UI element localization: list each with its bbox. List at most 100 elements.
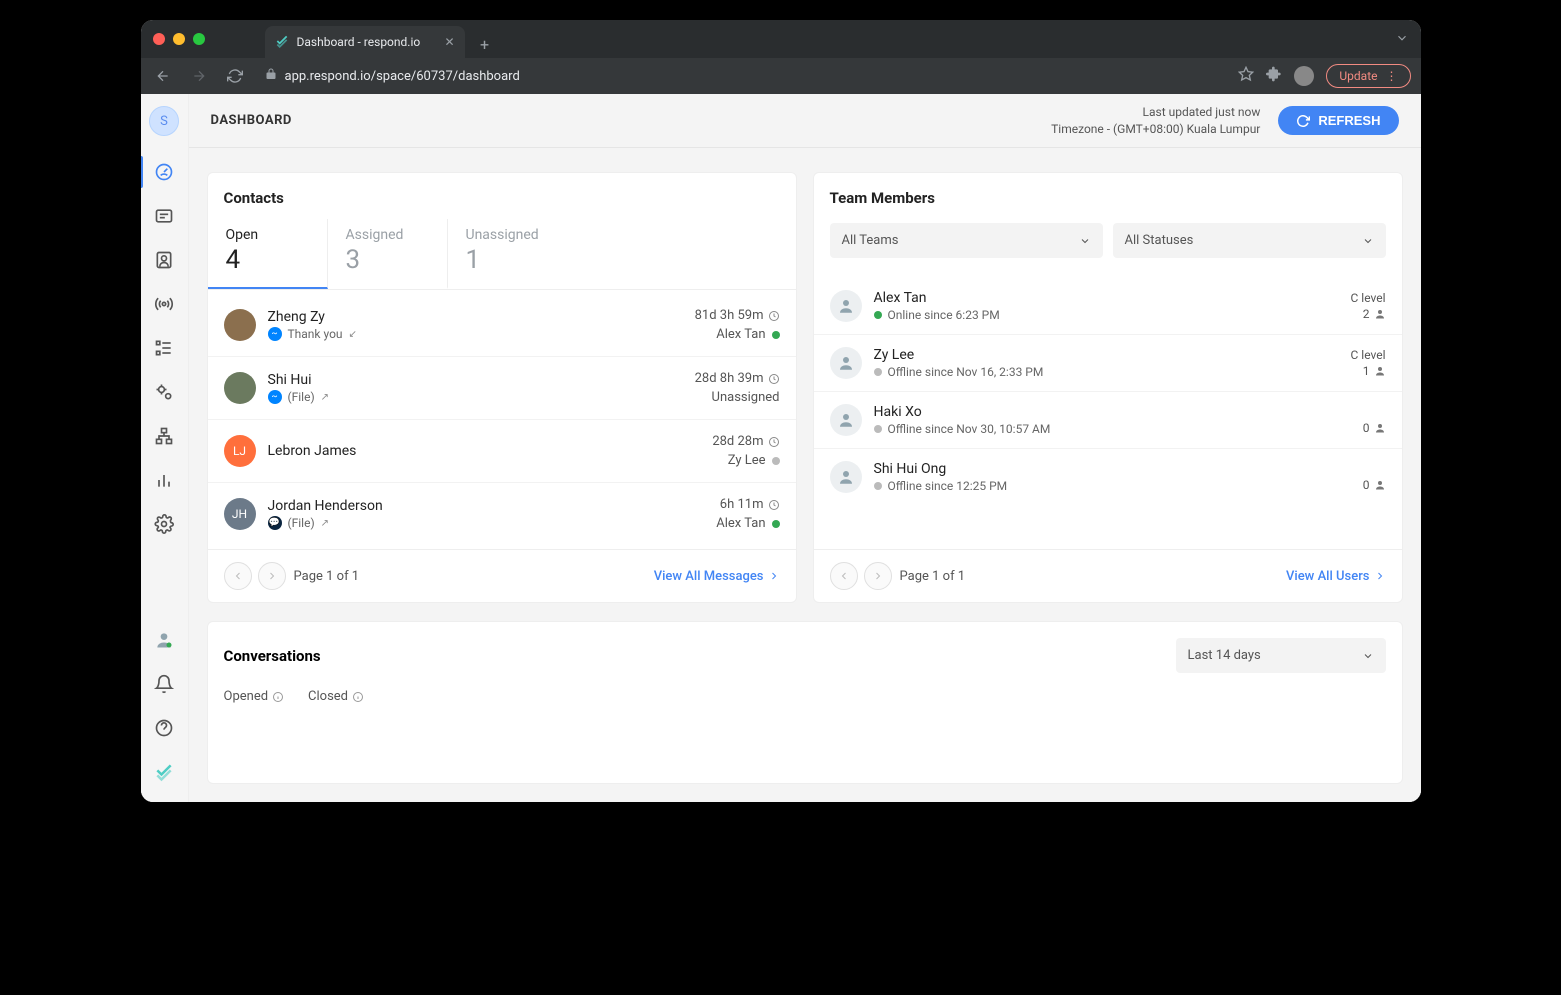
member-row[interactable]: Zy Lee Offline since Nov 16, 2:33 PM C l… [814, 335, 1402, 392]
stat-value: 3 [346, 245, 429, 275]
url-bar[interactable]: app.respond.io/space/60737/dashboard [259, 68, 1227, 84]
pager-text: Page 1 of 1 [294, 569, 360, 584]
member-row[interactable]: Alex Tan Online since 6:23 PM C level 2 [814, 278, 1402, 335]
date-range-dropdown[interactable]: Last 14 days [1176, 638, 1386, 673]
extensions-icon[interactable] [1266, 66, 1282, 86]
sidebar-item-organization[interactable] [141, 414, 189, 458]
contacts-stat-tab-open[interactable]: Open 4 [208, 219, 328, 289]
contact-time: 28d 8h 39m [695, 371, 780, 386]
respond-io-favicon [275, 34, 289, 51]
sidebar-item-brand-logo[interactable] [141, 750, 189, 794]
chevron-down-icon [1362, 650, 1374, 662]
member-assigned-count: 1 [1350, 364, 1385, 378]
sidebar-item-contacts[interactable] [141, 238, 189, 282]
sidebar-item-broadcast[interactable] [141, 282, 189, 326]
browser-window: Dashboard - respond.io ✕ + app.respond.i… [141, 20, 1421, 802]
refresh-button[interactable]: REFRESH [1278, 106, 1398, 135]
main-area: DASHBOARD Last updated just now Timezone… [189, 94, 1421, 802]
pager-prev-button[interactable] [830, 562, 858, 590]
person-icon [837, 354, 855, 372]
sidebar-item-workflows[interactable] [141, 326, 189, 370]
arrow-out-icon: ↗ [321, 518, 329, 529]
browser-tab-active[interactable]: Dashboard - respond.io ✕ [265, 26, 465, 58]
member-row[interactable]: Haki Xo Offline since Nov 30, 10:57 AM 0 [814, 392, 1402, 449]
chrome-toolbar: app.respond.io/space/60737/dashboard Upd… [141, 58, 1421, 94]
window-minimize-button[interactable] [173, 33, 185, 45]
contacts-stat-tab-unassigned[interactable]: Unassigned 1 [448, 219, 568, 289]
sidebar-item-reports[interactable] [141, 458, 189, 502]
window-maximize-button[interactable] [193, 33, 205, 45]
member-status: Online since 6:23 PM [874, 308, 1000, 322]
contact-row[interactable]: Zheng Zy ~Thank you↙ 81d 3h 59m Alex Tan [208, 294, 796, 357]
sidebar-item-settings-gears[interactable] [141, 370, 189, 414]
stat-value: 4 [226, 245, 309, 275]
conv-tab-closed[interactable]: Closed [308, 689, 364, 704]
contacts-title: Contacts [208, 173, 796, 207]
member-avatar [830, 461, 862, 493]
contact-avatar: LJ [224, 435, 256, 467]
team-card: Team Members All Teams All Statuses [813, 172, 1403, 603]
contact-last-message: 💬(File)↗ [268, 516, 383, 530]
page-title: DASHBOARD [211, 113, 292, 128]
chevron-down-icon [1079, 235, 1091, 247]
member-role: C level [1350, 291, 1385, 305]
new-tab-button[interactable]: + [471, 30, 499, 58]
pager-prev-button[interactable] [224, 562, 252, 590]
window-close-button[interactable] [153, 33, 165, 45]
clock-icon [768, 499, 780, 511]
window-menu-button[interactable] [1395, 30, 1409, 49]
close-icon[interactable]: ✕ [444, 35, 454, 49]
filter-teams-dropdown[interactable]: All Teams [830, 223, 1103, 258]
member-avatar [830, 404, 862, 436]
messenger-icon: ~ [268, 327, 282, 341]
star-icon[interactable] [1238, 66, 1254, 86]
pager-next-button[interactable] [258, 562, 286, 590]
filter-statuses-dropdown[interactable]: All Statuses [1113, 223, 1386, 258]
conv-tab-opened[interactable]: Opened [224, 689, 285, 704]
member-row[interactable]: Shi Hui Ong Offline since 12:25 PM 0 [814, 449, 1402, 505]
workspace-avatar[interactable]: S [149, 106, 179, 136]
chevron-right-icon [768, 570, 780, 582]
contacts-stat-tab-assigned[interactable]: Assigned 3 [328, 219, 448, 289]
reload-button[interactable] [223, 68, 247, 84]
status-dot-online [772, 331, 780, 339]
contact-row[interactable]: Shi Hui ~(File)↗ 28d 8h 39m Unassigned [208, 357, 796, 420]
clock-icon [768, 373, 780, 385]
tab-title: Dashboard - respond.io [297, 35, 421, 49]
sidebar-item-help[interactable] [141, 706, 189, 750]
pager-next-button[interactable] [864, 562, 892, 590]
chevron-down-icon [1362, 235, 1374, 247]
sidebar-item-messages[interactable] [141, 194, 189, 238]
last-updated-text: Last updated just now [1051, 104, 1260, 121]
stat-label: Open [226, 227, 309, 243]
contact-time: 6h 11m [716, 497, 779, 512]
status-dot-offline [772, 457, 780, 465]
page-header: DASHBOARD Last updated just now Timezone… [189, 94, 1421, 148]
member-assigned-count: 0 [1363, 478, 1386, 492]
member-name: Shi Hui Ong [874, 461, 1008, 477]
back-button[interactable] [151, 68, 175, 84]
arrow-in-icon: ↙ [349, 329, 357, 340]
contact-last-message: ~Thank you↙ [268, 327, 357, 341]
refresh-icon [1296, 114, 1310, 128]
contact-name: Zheng Zy [268, 309, 357, 325]
contact-row[interactable]: LJ Lebron James 28d 28m Zy Lee [208, 420, 796, 483]
member-avatar [830, 290, 862, 322]
update-button[interactable]: Update ⋮ [1326, 64, 1410, 88]
sidebar: S [141, 94, 189, 802]
sidebar-item-notifications[interactable] [141, 662, 189, 706]
traffic-lights [153, 33, 205, 45]
conversations-title: Conversations [224, 647, 321, 665]
forward-button[interactable] [187, 68, 211, 84]
profile-avatar[interactable] [1294, 66, 1314, 86]
view-all-users-link[interactable]: View All Users [1286, 569, 1385, 584]
contact-row[interactable]: JH Jordan Henderson 💬(File)↗ 6h 11m Alex… [208, 483, 796, 545]
stat-value: 1 [466, 245, 550, 275]
view-all-messages-link[interactable]: View All Messages [654, 569, 780, 584]
tabs-area: Dashboard - respond.io ✕ + [265, 20, 1395, 58]
member-avatar [830, 347, 862, 379]
sidebar-item-user-status[interactable] [141, 618, 189, 662]
sidebar-item-settings[interactable] [141, 502, 189, 546]
sidebar-item-dashboard[interactable] [141, 150, 189, 194]
contact-name: Shi Hui [268, 372, 330, 388]
